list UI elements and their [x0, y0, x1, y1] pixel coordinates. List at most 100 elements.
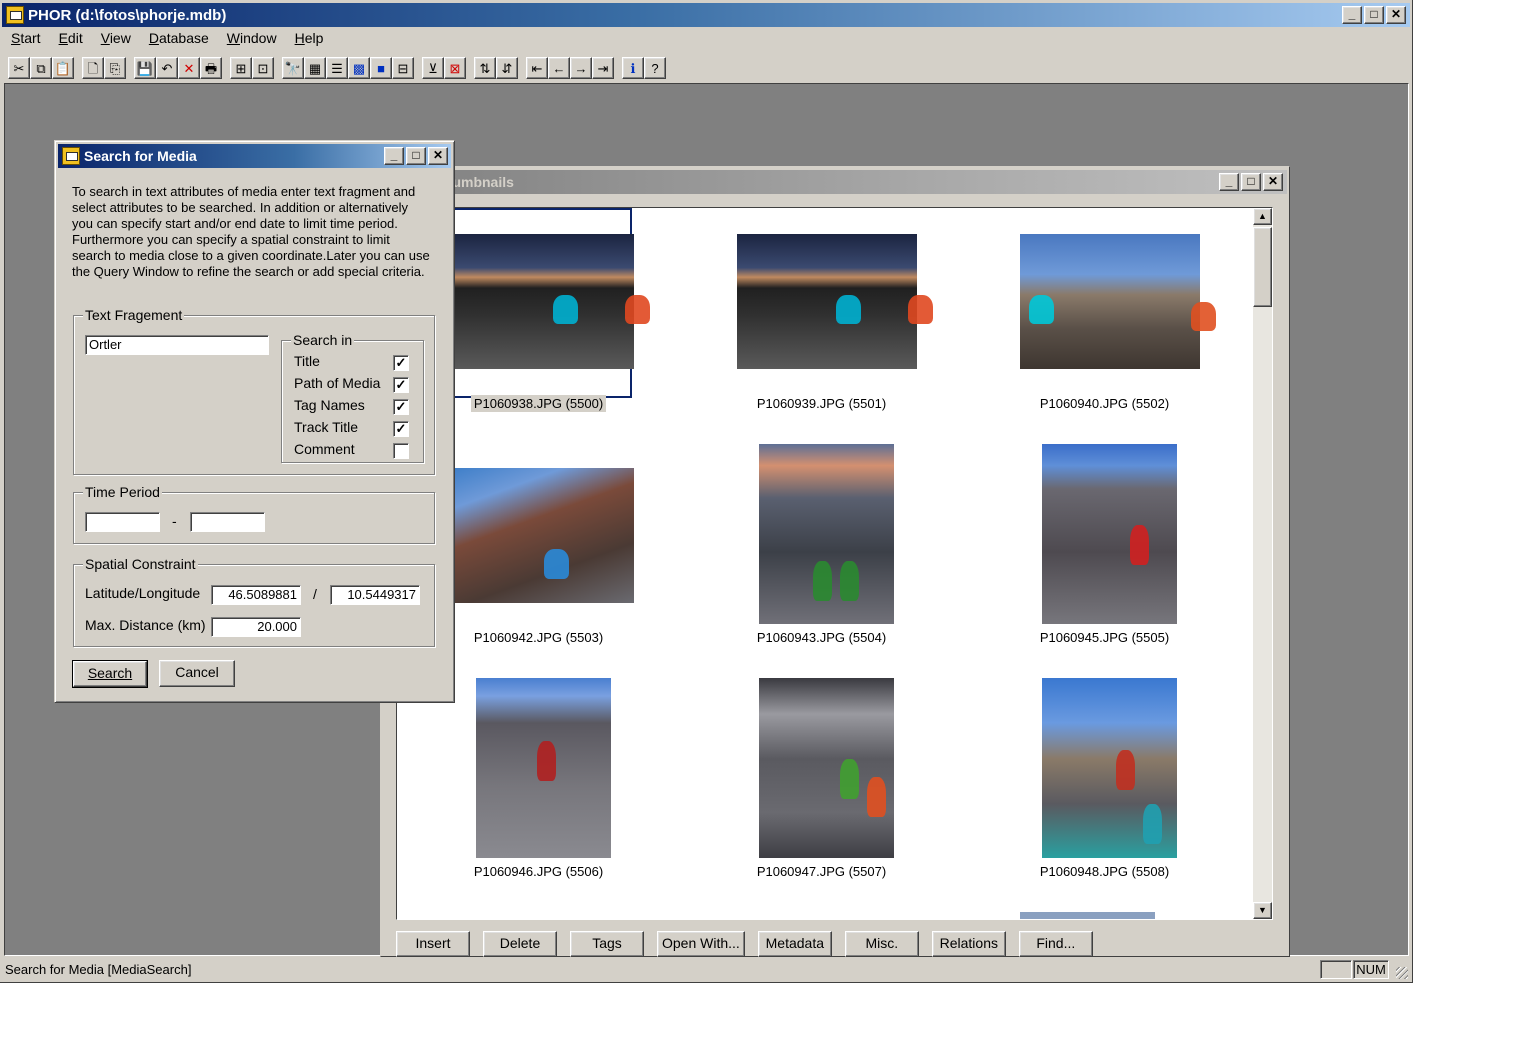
checkbox[interactable]: ✓	[393, 355, 409, 371]
undo-button[interactable]: ↶	[156, 57, 178, 79]
thumbnail-image[interactable]	[737, 234, 934, 369]
app-icon[interactable]	[6, 6, 24, 24]
thumbnail-item[interactable]: P1060945.JPG (5505)	[963, 444, 1246, 678]
scroll-thumb[interactable]	[1253, 227, 1272, 307]
thumbnail-image[interactable]	[454, 468, 634, 603]
new-button[interactable]: 🗋	[82, 57, 104, 79]
filter-button[interactable]: ⊻	[422, 57, 444, 79]
misc-button[interactable]: Misc.	[844, 931, 919, 957]
thumbnail-frame[interactable]	[737, 444, 913, 630]
tags-button[interactable]: Tags	[570, 931, 644, 957]
sort-asc-button[interactable]: ⇅	[474, 57, 496, 79]
dialog-title-bar[interactable]: Search for Media _ □ ✕	[58, 144, 451, 168]
thumbnail-frame[interactable]	[452, 208, 651, 398]
longitude-input[interactable]: 10.5449317	[330, 585, 420, 605]
maximize-button[interactable]: □	[1364, 6, 1384, 24]
duplicate-button[interactable]: ⎘	[104, 57, 126, 79]
scroll-down-button[interactable]: ▼	[1253, 902, 1272, 919]
dialog-icon[interactable]	[62, 147, 80, 165]
thumbnails-button[interactable]: ▩	[348, 57, 370, 79]
menu-help[interactable]: Help	[286, 28, 333, 50]
thumbnails-close-button[interactable]: ✕	[1263, 173, 1283, 191]
thumbnail-item[interactable]: P1060946.JPG (5506)	[397, 678, 680, 912]
thumbnail-image[interactable]	[759, 678, 894, 858]
checkbox[interactable]: ✓	[393, 421, 409, 437]
thumbnail-item[interactable]: P1060947.JPG (5507)	[680, 678, 963, 912]
cut-button[interactable]: ✂	[8, 57, 30, 79]
max-distance-input[interactable]: 20.000	[211, 617, 301, 637]
thumbnail-image[interactable]	[1042, 678, 1177, 858]
thumbnail-partial[interactable]	[1020, 912, 1155, 919]
copy-button[interactable]: ⧉	[30, 57, 52, 79]
latitude-input[interactable]: 46.5089881	[211, 585, 301, 605]
thumbnail-image[interactable]	[759, 444, 894, 624]
relations-button[interactable]: Relations	[931, 931, 1006, 957]
open-with-button[interactable]: Open With...	[657, 931, 745, 957]
thumbnail-frame[interactable]	[737, 210, 934, 396]
print-button[interactable]: 🖶	[200, 57, 222, 79]
sort-desc-button[interactable]: ⇵	[496, 57, 518, 79]
search-button[interactable]: Search	[72, 660, 148, 688]
last-record-button[interactable]: ⇥	[592, 57, 614, 79]
insert-button[interactable]: Insert	[396, 931, 470, 957]
prev-record-button[interactable]: ←	[548, 57, 570, 79]
start-date-input[interactable]	[85, 512, 160, 532]
vertical-scrollbar[interactable]: ▲ ▼	[1253, 208, 1272, 919]
thumbnail-image[interactable]	[1042, 444, 1177, 624]
save-button[interactable]: 💾	[134, 57, 156, 79]
checkbox[interactable]: ✓	[393, 399, 409, 415]
menu-edit[interactable]: Edit	[50, 28, 92, 50]
checkbox[interactable]	[393, 443, 409, 459]
thumbnail-item[interactable]: P1060939.JPG (5501)	[680, 210, 963, 444]
thumbnail-image[interactable]	[454, 234, 651, 369]
details-button[interactable]: ☰	[326, 57, 348, 79]
clear-filter-button[interactable]: ⊠	[444, 57, 466, 79]
find-button[interactable]: 🔭	[282, 57, 304, 79]
scroll-up-button[interactable]: ▲	[1253, 208, 1272, 225]
dialog-minimize-button[interactable]: _	[384, 147, 404, 165]
search-option-title[interactable]: Title ✓	[294, 353, 409, 373]
thumbnail-frame[interactable]	[1020, 678, 1196, 864]
import-button[interactable]: ⊡	[252, 57, 274, 79]
thumbnails-title-bar[interactable]: Files - Thumbnails _ □ ✕	[383, 170, 1287, 194]
thumbnail-item[interactable]: P1060940.JPG (5502)	[963, 210, 1246, 444]
paste-button[interactable]: 📋	[52, 57, 74, 79]
minimize-button[interactable]: _	[1342, 6, 1362, 24]
thumbnail-image[interactable]	[1020, 234, 1217, 369]
next-record-button[interactable]: →	[570, 57, 592, 79]
thumbnail-frame[interactable]	[1020, 210, 1217, 396]
delete-button[interactable]: Delete	[483, 931, 557, 957]
thumbnail-item[interactable]: P1060948.JPG (5508)	[963, 678, 1246, 912]
grid-button[interactable]: ▦	[304, 57, 326, 79]
text-fragment-input[interactable]: Ortler	[85, 335, 269, 355]
thumbnail-frame[interactable]	[1020, 444, 1196, 630]
end-date-input[interactable]	[190, 512, 265, 532]
resize-grip[interactable]	[1396, 967, 1408, 979]
thumbnails-maximize-button[interactable]: □	[1241, 173, 1261, 191]
app-title-bar[interactable]: PHOR (d:\fotos\phorje.mdb) _ □ ✕	[2, 3, 1410, 27]
search-option-comment[interactable]: Comment	[294, 441, 409, 461]
thumbnail-item[interactable]: P1060943.JPG (5504)	[680, 444, 963, 678]
blue-square-button[interactable]: ■	[370, 57, 392, 79]
close-button[interactable]: ✕	[1386, 6, 1406, 24]
tree-button[interactable]: ⊟	[392, 57, 414, 79]
menu-window[interactable]: Window	[218, 28, 286, 50]
delete-button[interactable]: ✕	[178, 57, 200, 79]
dialog-close-button[interactable]: ✕	[428, 147, 448, 165]
menu-view[interactable]: View	[92, 28, 140, 50]
insert-media-button[interactable]: ⊞	[230, 57, 252, 79]
find-button[interactable]: Find...	[1018, 931, 1093, 957]
search-option-tag-names[interactable]: Tag Names ✓	[294, 397, 409, 417]
help-button[interactable]: ?	[644, 57, 666, 79]
info-button[interactable]: ℹ	[622, 57, 644, 79]
metadata-button[interactable]: Metadata	[757, 931, 832, 957]
dialog-maximize-button[interactable]: □	[406, 147, 426, 165]
search-button-face[interactable]: Search	[73, 661, 147, 687]
thumbnails-minimize-button[interactable]: _	[1219, 173, 1239, 191]
thumbnail-frame[interactable]	[737, 678, 913, 864]
thumbnail-image[interactable]	[476, 678, 611, 858]
menu-database[interactable]: Database	[140, 28, 218, 50]
thumbnail-frame[interactable]	[454, 678, 630, 864]
first-record-button[interactable]: ⇤	[526, 57, 548, 79]
thumbnail-frame[interactable]	[454, 444, 634, 630]
